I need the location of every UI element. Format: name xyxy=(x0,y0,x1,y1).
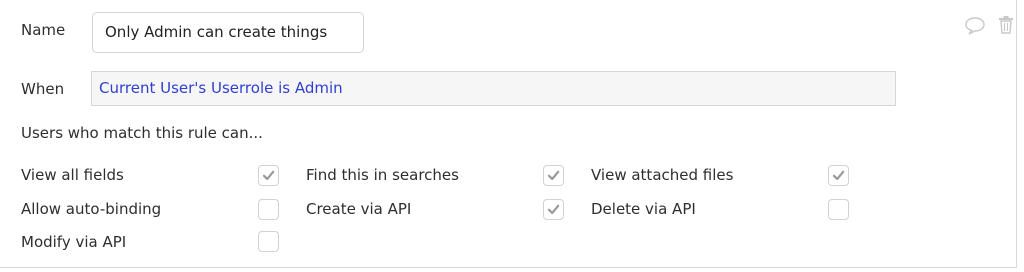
checkbox-view-all-fields[interactable] xyxy=(258,165,279,186)
checkbox-delete-via-api[interactable] xyxy=(828,199,849,220)
privacy-rule-panel: Name Only Admin can create things When C… xyxy=(0,0,1017,268)
when-label: When xyxy=(21,80,65,98)
permission-label-delete-via-api: Delete via API xyxy=(591,200,696,218)
checkbox-modify-via-api[interactable] xyxy=(258,231,279,252)
permission-label-allow-auto-binding: Allow auto-binding xyxy=(21,200,162,218)
checkbox-find-in-searches[interactable] xyxy=(543,165,564,186)
permission-label-find-in-searches: Find this in searches xyxy=(306,166,459,184)
rule-name-input[interactable]: Only Admin can create things xyxy=(92,12,364,53)
permission-label-view-all-fields: View all fields xyxy=(21,166,124,184)
name-label: Name xyxy=(21,21,66,39)
comment-icon[interactable] xyxy=(964,16,986,40)
permissions-heading: Users who match this rule can... xyxy=(21,124,263,142)
when-condition-field[interactable]: Current User's Userrole is Admin xyxy=(91,71,896,106)
permission-label-view-attached-files: View attached files xyxy=(591,166,734,184)
checkmark-icon xyxy=(547,204,560,215)
checkbox-allow-auto-binding[interactable] xyxy=(258,199,279,220)
checkbox-view-attached-files[interactable] xyxy=(828,165,849,186)
permission-label-modify-via-api: Modify via API xyxy=(21,233,127,251)
checkmark-icon xyxy=(547,170,560,181)
checkbox-create-via-api[interactable] xyxy=(543,199,564,220)
checkmark-icon xyxy=(832,170,845,181)
checkmark-icon xyxy=(262,170,275,181)
trash-icon[interactable] xyxy=(998,15,1014,39)
permission-label-create-via-api: Create via API xyxy=(306,200,412,218)
